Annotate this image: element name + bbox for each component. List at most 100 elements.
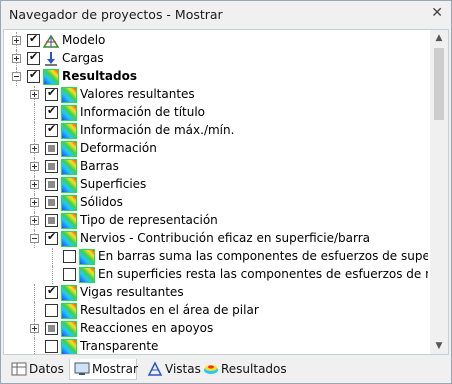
tree-item[interactable]: Transparente [4,338,428,354]
tree-panel: Modelo Cargas Resultados Valores resultante… [3,29,449,355]
tab-label: Datos [29,362,64,376]
collapse-icon[interactable] [12,72,21,81]
tab-mostrar[interactable]: Mostrar [69,359,138,380]
tree-item-checkbox[interactable] [45,104,58,119]
results-icon [61,105,77,121]
tree-item-label: Tipo de representación [80,213,218,227]
tree-item[interactable]: En superficies resta las componentes de … [4,266,428,284]
tree-item[interactable]: Resultados [4,68,428,86]
tree-item-checkbox[interactable] [27,68,40,83]
tree-item-label: Modelo [62,33,106,47]
window-title: Navegador de proyectos - Mostrar [9,7,223,22]
tree-item[interactable]: Deformación [4,140,428,158]
project-navigator-window: Navegador de proyectos - Mostrar ✕ Model… [0,0,452,384]
expand-icon[interactable] [12,36,21,45]
views-icon [147,361,163,377]
close-icon[interactable]: ✕ [431,5,443,21]
tree-item[interactable]: Nervios - Contribución eficaz en superfi… [4,230,428,248]
tab-vistas[interactable]: Vistas [143,359,201,379]
vertical-scrollbar[interactable]: ▲ ▼ [430,30,448,354]
tree-item[interactable]: Modelo [4,32,428,50]
tab-label: Mostrar [92,362,138,376]
tree-item[interactable]: Valores resultantes [4,86,428,104]
tree-item-checkbox[interactable] [45,196,58,209]
tree-item-checkbox[interactable] [27,32,40,47]
tree-guide-line [34,284,36,302]
tree-item-checkbox[interactable] [45,160,58,173]
tree-item-label: Resultados [62,69,137,83]
results-icon [61,339,77,354]
tree-item[interactable]: Vigas resultantes [4,284,428,302]
tree-item[interactable]: Tipo de representación [4,212,428,230]
tree-item-checkbox[interactable] [45,122,58,137]
collapse-icon[interactable] [30,234,39,243]
title-bar: Navegador de proyectos - Mostrar ✕ [1,1,451,29]
expand-icon[interactable] [30,324,39,333]
tree-item-label: En barras suma las componentes de esfuer… [98,249,428,263]
results-icon [61,123,77,139]
expand-icon[interactable] [30,90,39,99]
loads-icon [43,51,59,67]
tree-item-label: Vigas resultantes [80,285,184,299]
tree-item-checkbox[interactable] [45,86,58,101]
results-icon [61,195,77,211]
results-icon [61,285,77,301]
tree-item[interactable]: En barras suma las componentes de esfuer… [4,248,428,266]
tree-item-label: Resultados en el área de pilar [80,303,259,317]
tree-item[interactable]: Superficies [4,176,428,194]
tree-guide-line [34,122,36,140]
tree-item-checkbox[interactable] [45,284,58,299]
expand-icon[interactable] [12,54,21,63]
tree-item[interactable]: Cargas [4,50,428,68]
data-icon [11,361,27,377]
expand-icon[interactable] [30,216,39,225]
tree-item-checkbox[interactable] [45,178,58,191]
tree-item-label: Información de título [80,105,206,119]
tree-item-label: Sólidos [80,195,123,209]
tree-guide-line [34,302,36,320]
tree-item[interactable]: Información de máx./mín. [4,122,428,140]
results-icon [61,159,77,175]
tree-item-label: Información de máx./mín. [80,123,235,137]
tree-item-label: Barras [80,159,119,173]
tree-item-checkbox[interactable] [45,214,58,227]
tree-item-checkbox[interactable] [63,250,76,263]
results-icon [61,321,77,337]
scroll-thumb[interactable] [434,48,444,120]
expand-icon[interactable] [30,198,39,207]
tree-item-label: En superficies resta las componentes de … [98,267,428,281]
tree-item-label: Reacciones en apoyos [80,321,214,335]
expand-icon[interactable] [30,144,39,153]
results-icon [61,177,77,193]
tab-datos[interactable]: Datos [7,359,65,379]
tree-item[interactable]: Información de título [4,104,428,122]
results-icon [61,141,77,157]
tree-item[interactable]: Barras [4,158,428,176]
tab-resultados[interactable]: Resultados [199,359,287,379]
scroll-up-icon[interactable]: ▲ [430,30,448,46]
tree-item[interactable]: Resultados en el área de pilar [4,302,428,320]
tree-item-checkbox[interactable] [45,142,58,155]
tree-item[interactable]: Reacciones en apoyos [4,320,428,338]
tree-item-checkbox[interactable] [27,50,40,65]
tree-item-label: Deformación [80,141,157,155]
navigator-tabs: Datos Mostrar Vistas Resultados [3,357,449,381]
tree-guide-line [52,266,54,284]
tree-item-checkbox[interactable] [63,268,76,281]
tree-item-label: Valores resultantes [80,87,195,101]
model-icon [42,33,60,49]
tab-label: Vistas [165,362,201,376]
tree-item-checkbox[interactable] [45,340,58,353]
tree-item-checkbox[interactable] [45,230,58,245]
tree-item-checkbox[interactable] [45,322,58,335]
tree-item-label: Superficies [80,177,147,191]
results-icon [61,87,77,103]
tree-item-label: Transparente [80,339,159,353]
scroll-down-icon[interactable]: ▼ [430,338,448,354]
expand-icon[interactable] [30,180,39,189]
expand-icon[interactable] [30,162,39,171]
tree-item-label: Nervios - Contribución eficaz en superfi… [80,231,370,245]
tree-item-checkbox[interactable] [45,304,58,317]
tree-item[interactable]: Sólidos [4,194,428,212]
display-icon [74,361,90,377]
